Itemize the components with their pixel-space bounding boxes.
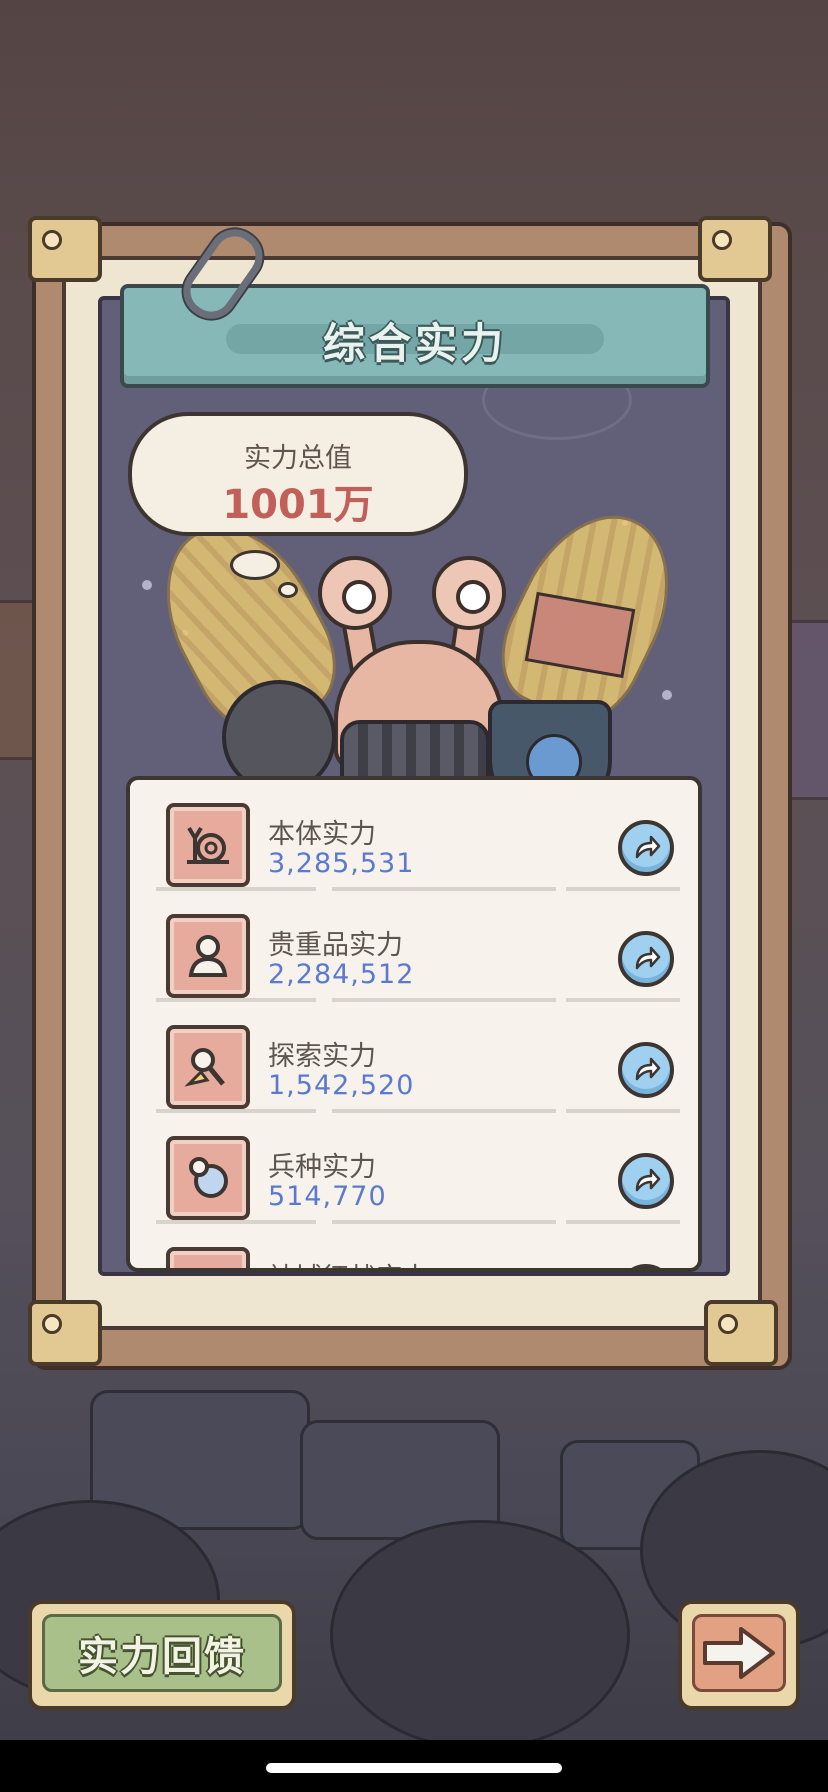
power-feedback-label: 实力回馈 [42, 1614, 282, 1692]
snail-eye [432, 556, 506, 630]
share-arrow-button[interactable] [618, 1042, 674, 1098]
corner-bracket [28, 1300, 102, 1366]
arrow-right-icon [703, 1627, 775, 1679]
pacifier-icon [166, 1136, 250, 1220]
next-button[interactable] [678, 1600, 800, 1710]
page-title: 综合实力 [322, 319, 507, 368]
share-arrow-button[interactable] [618, 1153, 674, 1209]
background-bush [330, 1520, 630, 1740]
total-power-value: 1001万 [222, 482, 374, 528]
thought-dot [230, 550, 280, 580]
sparkle [662, 690, 672, 700]
next-button-face [692, 1614, 786, 1692]
partially-hidden-icon [166, 1247, 250, 1268]
share-arrow-button[interactable] [618, 1264, 674, 1268]
stat-label: 兵种实力 [268, 1152, 376, 1183]
total-power-bubble: 实力总值 1001万 [128, 412, 468, 536]
stat-label: 神域征战实力 [268, 1256, 430, 1268]
list-item: 贵重品实力 2,284,512 [130, 891, 698, 1002]
corner-bracket [28, 216, 102, 282]
stat-label: 本体实力 [268, 819, 376, 850]
magnifier-broom-icon [166, 1025, 250, 1109]
stat-label: 探索实力 [268, 1041, 376, 1072]
stat-value: 2,284,512 [268, 959, 415, 990]
corner-bracket [704, 1300, 778, 1366]
stat-value: 514,770 [268, 1181, 387, 1212]
stat-label: 贵重品实力 [268, 930, 403, 961]
corner-bracket [698, 216, 772, 282]
snail-eye [318, 556, 392, 630]
total-power-label: 实力总值 [244, 443, 352, 474]
thought-dot [278, 582, 298, 598]
list-item: 兵种实力 514,770 [130, 1113, 698, 1224]
snail-icon [166, 803, 250, 887]
list-item: 探索实力 1,542,520 [130, 1002, 698, 1113]
share-arrow-button[interactable] [618, 820, 674, 876]
statue-bust-icon [166, 914, 250, 998]
home-indicator[interactable] [266, 1763, 562, 1773]
stat-value: 1,542,520 [268, 1070, 415, 1101]
power-breakdown-list[interactable]: 本体实力 3,285,531 贵重品实力 2,284,512 探索实力 1,54… [126, 776, 702, 1272]
power-feedback-button[interactable]: 实力回馈 [28, 1600, 296, 1710]
sparkle [142, 580, 152, 590]
list-item: 本体实力 3,285,531 [130, 780, 698, 891]
list-item: 神域征战实力 [130, 1224, 698, 1268]
share-arrow-button[interactable] [618, 931, 674, 987]
stat-value: 3,285,531 [268, 848, 415, 879]
